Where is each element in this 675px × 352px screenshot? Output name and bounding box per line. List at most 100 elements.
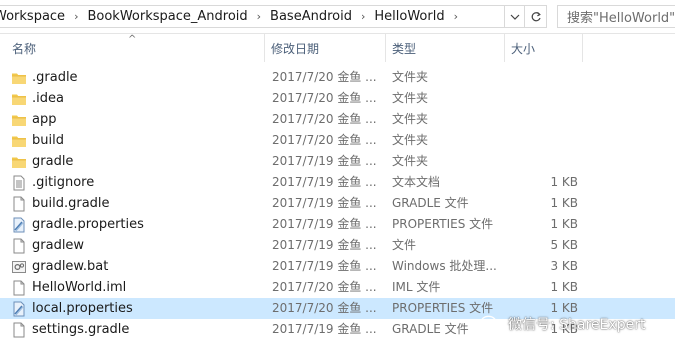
- column-header: ^ 名称 修改日期 类型 大小: [0, 34, 675, 62]
- file-row[interactable]: build.gradle 2017/7/19 金鱼 ... GRADLE 文件 1 K…: [0, 193, 675, 214]
- column-divider[interactable]: [264, 34, 265, 62]
- refresh-button[interactable]: [525, 5, 547, 28]
- file-date: 2017/7/19 金鱼 ...: [272, 322, 377, 336]
- folder-icon: [11, 112, 27, 128]
- column-header-date[interactable]: 修改日期: [271, 34, 383, 62]
- column-divider[interactable]: [385, 34, 386, 62]
- file-size: [510, 151, 578, 172]
- search-input[interactable]: 搜索"HelloWorld": [557, 5, 675, 28]
- file-name: build: [32, 133, 64, 148]
- file-row[interactable]: app 2017/7/20 金鱼 ... 文件夹: [0, 109, 675, 130]
- file-row[interactable]: HelloWorld.iml 2017/7/20 金鱼 ... IML 文件 1 KB: [0, 277, 675, 298]
- file-size: [510, 88, 578, 109]
- blank-file-icon: [11, 238, 27, 254]
- blank-file-icon: [11, 196, 27, 212]
- file-row[interactable]: .gradle 2017/7/20 金鱼 ... 文件夹: [0, 67, 675, 88]
- file-name: HelloWorld.iml: [32, 280, 127, 295]
- file-size: 1 KB: [550, 280, 578, 294]
- blank-file-icon: [11, 280, 27, 296]
- file-name: settings.gradle: [32, 322, 130, 337]
- breadcrumb-baseandroid[interactable]: BaseAndroid: [267, 9, 355, 24]
- properties-file-icon: [11, 301, 27, 317]
- file-name: gradlew.bat: [32, 259, 109, 274]
- column-date-label: 修改日期: [271, 41, 320, 56]
- folder-icon: [11, 91, 27, 107]
- file-size: [510, 109, 578, 130]
- folder-icon: [11, 70, 27, 86]
- column-header-type[interactable]: 类型: [392, 34, 502, 62]
- file-size: [510, 130, 578, 151]
- file-size: [510, 67, 578, 88]
- file-type: 文件夹: [392, 91, 429, 105]
- file-row[interactable]: build 2017/7/20 金鱼 ... 文件夹: [0, 130, 675, 151]
- file-row[interactable]: gradlew.bat 2017/7/19 金鱼 ... Windows 批处理..…: [0, 256, 675, 277]
- breadcrumb-separator-icon[interactable]: ›: [68, 10, 84, 23]
- file-name: .gitignore: [32, 175, 95, 190]
- column-type-label: 类型: [392, 41, 417, 56]
- file-date: 2017/7/19 金鱼 ...: [272, 154, 377, 168]
- column-name-label: 名称: [12, 41, 37, 56]
- file-size: 1 KB: [550, 196, 578, 210]
- batch-file-icon: [11, 259, 27, 275]
- file-list: .gradle 2017/7/20 金鱼 ... 文件夹 .idea 2017/7/20…: [0, 67, 675, 340]
- file-row[interactable]: gradle 2017/7/19 金鱼 ... 文件夹: [0, 151, 675, 172]
- file-name: app: [32, 112, 57, 127]
- text-document-icon: [11, 175, 27, 191]
- file-name: gradle.properties: [32, 217, 144, 232]
- file-size: 3 KB: [550, 259, 578, 273]
- file-date: 2017/7/20 金鱼 ...: [272, 280, 377, 294]
- wechat-icon: [480, 315, 502, 332]
- file-type: IML 文件: [392, 280, 441, 294]
- file-row[interactable]: gradle.properties 2017/7/19 金鱼 ... PROPERT…: [0, 214, 675, 235]
- folder-icon: [11, 133, 27, 149]
- file-date: 2017/7/19 金鱼 ...: [272, 238, 377, 252]
- file-size: 1 KB: [550, 175, 578, 189]
- file-date: 2017/7/20 金鱼 ...: [272, 133, 377, 147]
- blank-file-icon: [11, 322, 27, 338]
- file-date: 2017/7/19 金鱼 ...: [272, 196, 377, 210]
- breadcrumb-workspace[interactable]: Workspace: [0, 9, 68, 24]
- chevron-down-icon: [510, 14, 519, 20]
- file-size: 5 KB: [550, 238, 578, 252]
- file-date: 2017/7/20 金鱼 ...: [272, 112, 377, 126]
- file-date: 2017/7/19 金鱼 ...: [272, 259, 377, 273]
- file-type: Windows 批处理...: [392, 259, 497, 273]
- file-type: GRADLE 文件: [392, 196, 469, 210]
- file-date: 2017/7/20 金鱼 ...: [272, 70, 377, 84]
- file-date: 2017/7/20 金鱼 ...: [272, 301, 377, 315]
- watermark-text: 微信号: ShareExpert: [508, 317, 646, 333]
- breadcrumb[interactable]: Workspace › BookWorkspace_Android › Base…: [0, 5, 505, 28]
- column-size-label: 大小: [511, 41, 536, 56]
- file-type: 文件夹: [392, 112, 429, 126]
- file-name: gradle: [32, 154, 74, 169]
- file-date: 2017/7/20 金鱼 ...: [272, 91, 377, 105]
- file-name: build.gradle: [32, 196, 110, 211]
- breadcrumb-bookworkspace[interactable]: BookWorkspace_Android: [84, 9, 250, 24]
- breadcrumb-separator-icon[interactable]: ›: [355, 10, 371, 23]
- breadcrumb-separator-icon[interactable]: ›: [448, 10, 464, 23]
- breadcrumb-helloworld[interactable]: HelloWorld: [371, 9, 447, 24]
- file-date: 2017/7/19 金鱼 ...: [272, 217, 377, 231]
- file-type: 文件夹: [392, 133, 429, 147]
- file-row[interactable]: .idea 2017/7/20 金鱼 ... 文件夹: [0, 88, 675, 109]
- file-type: 文件夹: [392, 70, 429, 84]
- column-header-name[interactable]: 名称: [12, 34, 264, 62]
- file-name: .idea: [32, 91, 64, 106]
- file-size: 1 KB: [550, 217, 578, 231]
- refresh-icon: [531, 11, 541, 21]
- file-name: gradlew: [32, 238, 85, 253]
- breadcrumb-separator-icon[interactable]: ›: [251, 10, 267, 23]
- column-header-size[interactable]: 大小: [511, 34, 581, 62]
- column-divider[interactable]: [504, 34, 505, 62]
- column-divider[interactable]: [582, 34, 583, 62]
- file-row[interactable]: gradlew 2017/7/19 金鱼 ... 文件 5 KB: [0, 235, 675, 256]
- file-type: PROPERTIES 文件: [392, 217, 494, 231]
- address-bar: Workspace › BookWorkspace_Android › Base…: [0, 0, 675, 34]
- file-type: 文件夹: [392, 154, 429, 168]
- file-type: 文本文档: [392, 175, 441, 189]
- address-dropdown-button[interactable]: [505, 5, 525, 28]
- file-row[interactable]: .gitignore 2017/7/19 金鱼 ... 文本文档 1 KB: [0, 172, 675, 193]
- folder-icon: [11, 154, 27, 170]
- file-name: local.properties: [32, 301, 133, 316]
- file-name: .gradle: [32, 70, 78, 85]
